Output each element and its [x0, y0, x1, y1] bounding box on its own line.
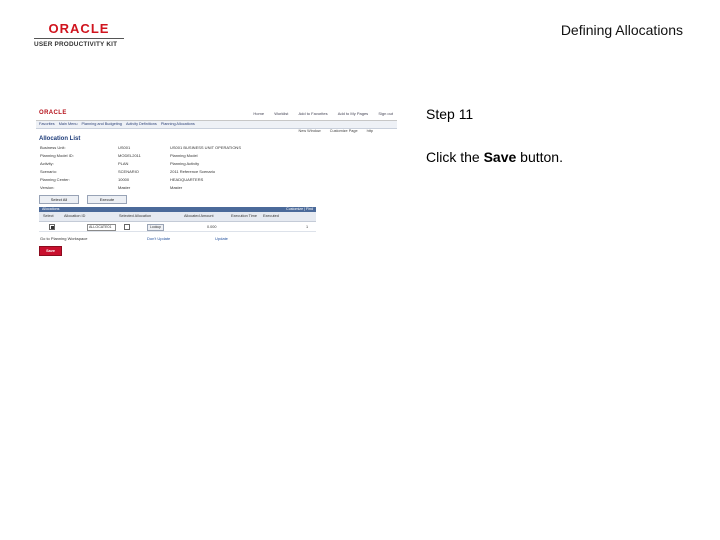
application-screenshot: ORACLE Home Worklist Add to Favorites Ad…: [36, 108, 397, 258]
col-executed[interactable]: Executed: [263, 214, 279, 218]
logo-product: USER PRODUCTIVITY KIT: [34, 41, 118, 48]
nav-favorites[interactable]: Favorites: [39, 122, 55, 126]
execute-button[interactable]: Execute: [87, 195, 127, 204]
app-nav-bar: Favorites Main Menu Planning and Budgeti…: [36, 121, 397, 129]
field-label: Scenario:: [40, 169, 57, 174]
allocated-amount-value: 0.000: [207, 225, 217, 229]
select-all-button[interactable]: Select All: [39, 195, 79, 204]
field-label: Planning Model ID:: [40, 153, 74, 158]
utility-links: New Window Customize Page http: [291, 129, 373, 133]
app-brand: ORACLE: [39, 110, 67, 116]
lookup-button[interactable]: Lookup: [147, 224, 164, 231]
go-to-workspace-link[interactable]: Go to Planning Workspace: [40, 236, 88, 241]
col-allocation-id[interactable]: Allocation ID: [64, 214, 85, 218]
field-description: HEADQUARTERS: [170, 177, 204, 182]
top-link-sign-out[interactable]: Sign out: [378, 111, 393, 116]
col-select[interactable]: Select: [43, 214, 54, 218]
field-label: Planning Center:: [40, 177, 70, 182]
oracle-upk-logo: ORACLE USER PRODUCTIVITY KIT: [34, 22, 124, 48]
top-link-add-pages[interactable]: Add to My Pages: [338, 111, 368, 116]
field-value: SCENARIO: [118, 169, 139, 174]
field-value: PLAN: [118, 161, 129, 166]
instruction-prefix: Click the: [426, 149, 484, 165]
select-checkbox[interactable]: [49, 224, 55, 230]
field-description: Planning Model: [170, 153, 198, 158]
save-button[interactable]: Save: [39, 246, 62, 256]
row-number: 1: [306, 225, 309, 229]
nav-planning-allocations[interactable]: Planning Allocations: [161, 122, 195, 126]
new-window-link[interactable]: New Window: [299, 129, 321, 133]
field-label: Version:: [40, 185, 55, 190]
customize-page-link[interactable]: Customize Page: [330, 129, 358, 133]
field-value: 10000: [118, 177, 130, 182]
field-description: US001 BUSINESS UNIT OPERATIONS: [170, 145, 241, 150]
page-title: Defining Allocations: [560, 22, 683, 38]
app-top-links: Home Worklist Add to Favorites Add to My…: [244, 111, 393, 116]
step-title: Step 11: [426, 106, 474, 122]
instruction-target: Save: [483, 149, 517, 165]
col-execution-time[interactable]: Execution Time: [231, 214, 257, 218]
top-link-home[interactable]: Home: [253, 111, 264, 116]
http-link[interactable]: http: [367, 129, 373, 133]
dont-update-link[interactable]: Don't Update: [147, 236, 170, 241]
nav-main-menu[interactable]: Main Menu: [59, 122, 78, 126]
allocation-id-input[interactable]: ALLOCATE01: [87, 224, 116, 231]
field-description: 2011 Reference Scenario: [170, 169, 216, 174]
app-header: ORACLE Home Worklist Add to Favorites Ad…: [36, 108, 397, 121]
field-value: MODEL2011: [118, 153, 141, 158]
col-allocated-amount[interactable]: Allocated Amount: [184, 214, 214, 218]
update-link[interactable]: Update: [215, 236, 228, 241]
logo-divider: [34, 38, 124, 39]
field-label: Business Unit:: [40, 145, 66, 150]
grid-column-headers: Select Allocation ID Selected Allocation…: [39, 212, 316, 222]
top-link-add-favorites[interactable]: Add to Favorites: [298, 111, 327, 116]
logo-brand: ORACLE: [48, 21, 110, 36]
instruction-suffix: button.: [516, 149, 563, 165]
nav-planning-budgeting[interactable]: Planning and Budgeting: [82, 122, 122, 126]
field-label: Activity:: [40, 161, 54, 166]
table-row: ALLOCATE01 Lookup 0.000 1: [39, 222, 316, 232]
top-link-worklist[interactable]: Worklist: [274, 111, 288, 116]
field-description: Planning Activity: [170, 161, 200, 166]
selected-allocation-checkbox[interactable]: [124, 224, 130, 230]
allocation-list-heading: Allocation List: [39, 136, 81, 142]
nav-activity-definitions[interactable]: Activity Definitions: [126, 122, 157, 126]
col-selected-allocation[interactable]: Selected Allocation: [119, 214, 151, 218]
step-instruction: Click the Save button.: [426, 149, 563, 165]
field-value: US001: [118, 145, 131, 150]
field-description: Master: [170, 185, 183, 190]
field-value: Master: [118, 185, 131, 190]
